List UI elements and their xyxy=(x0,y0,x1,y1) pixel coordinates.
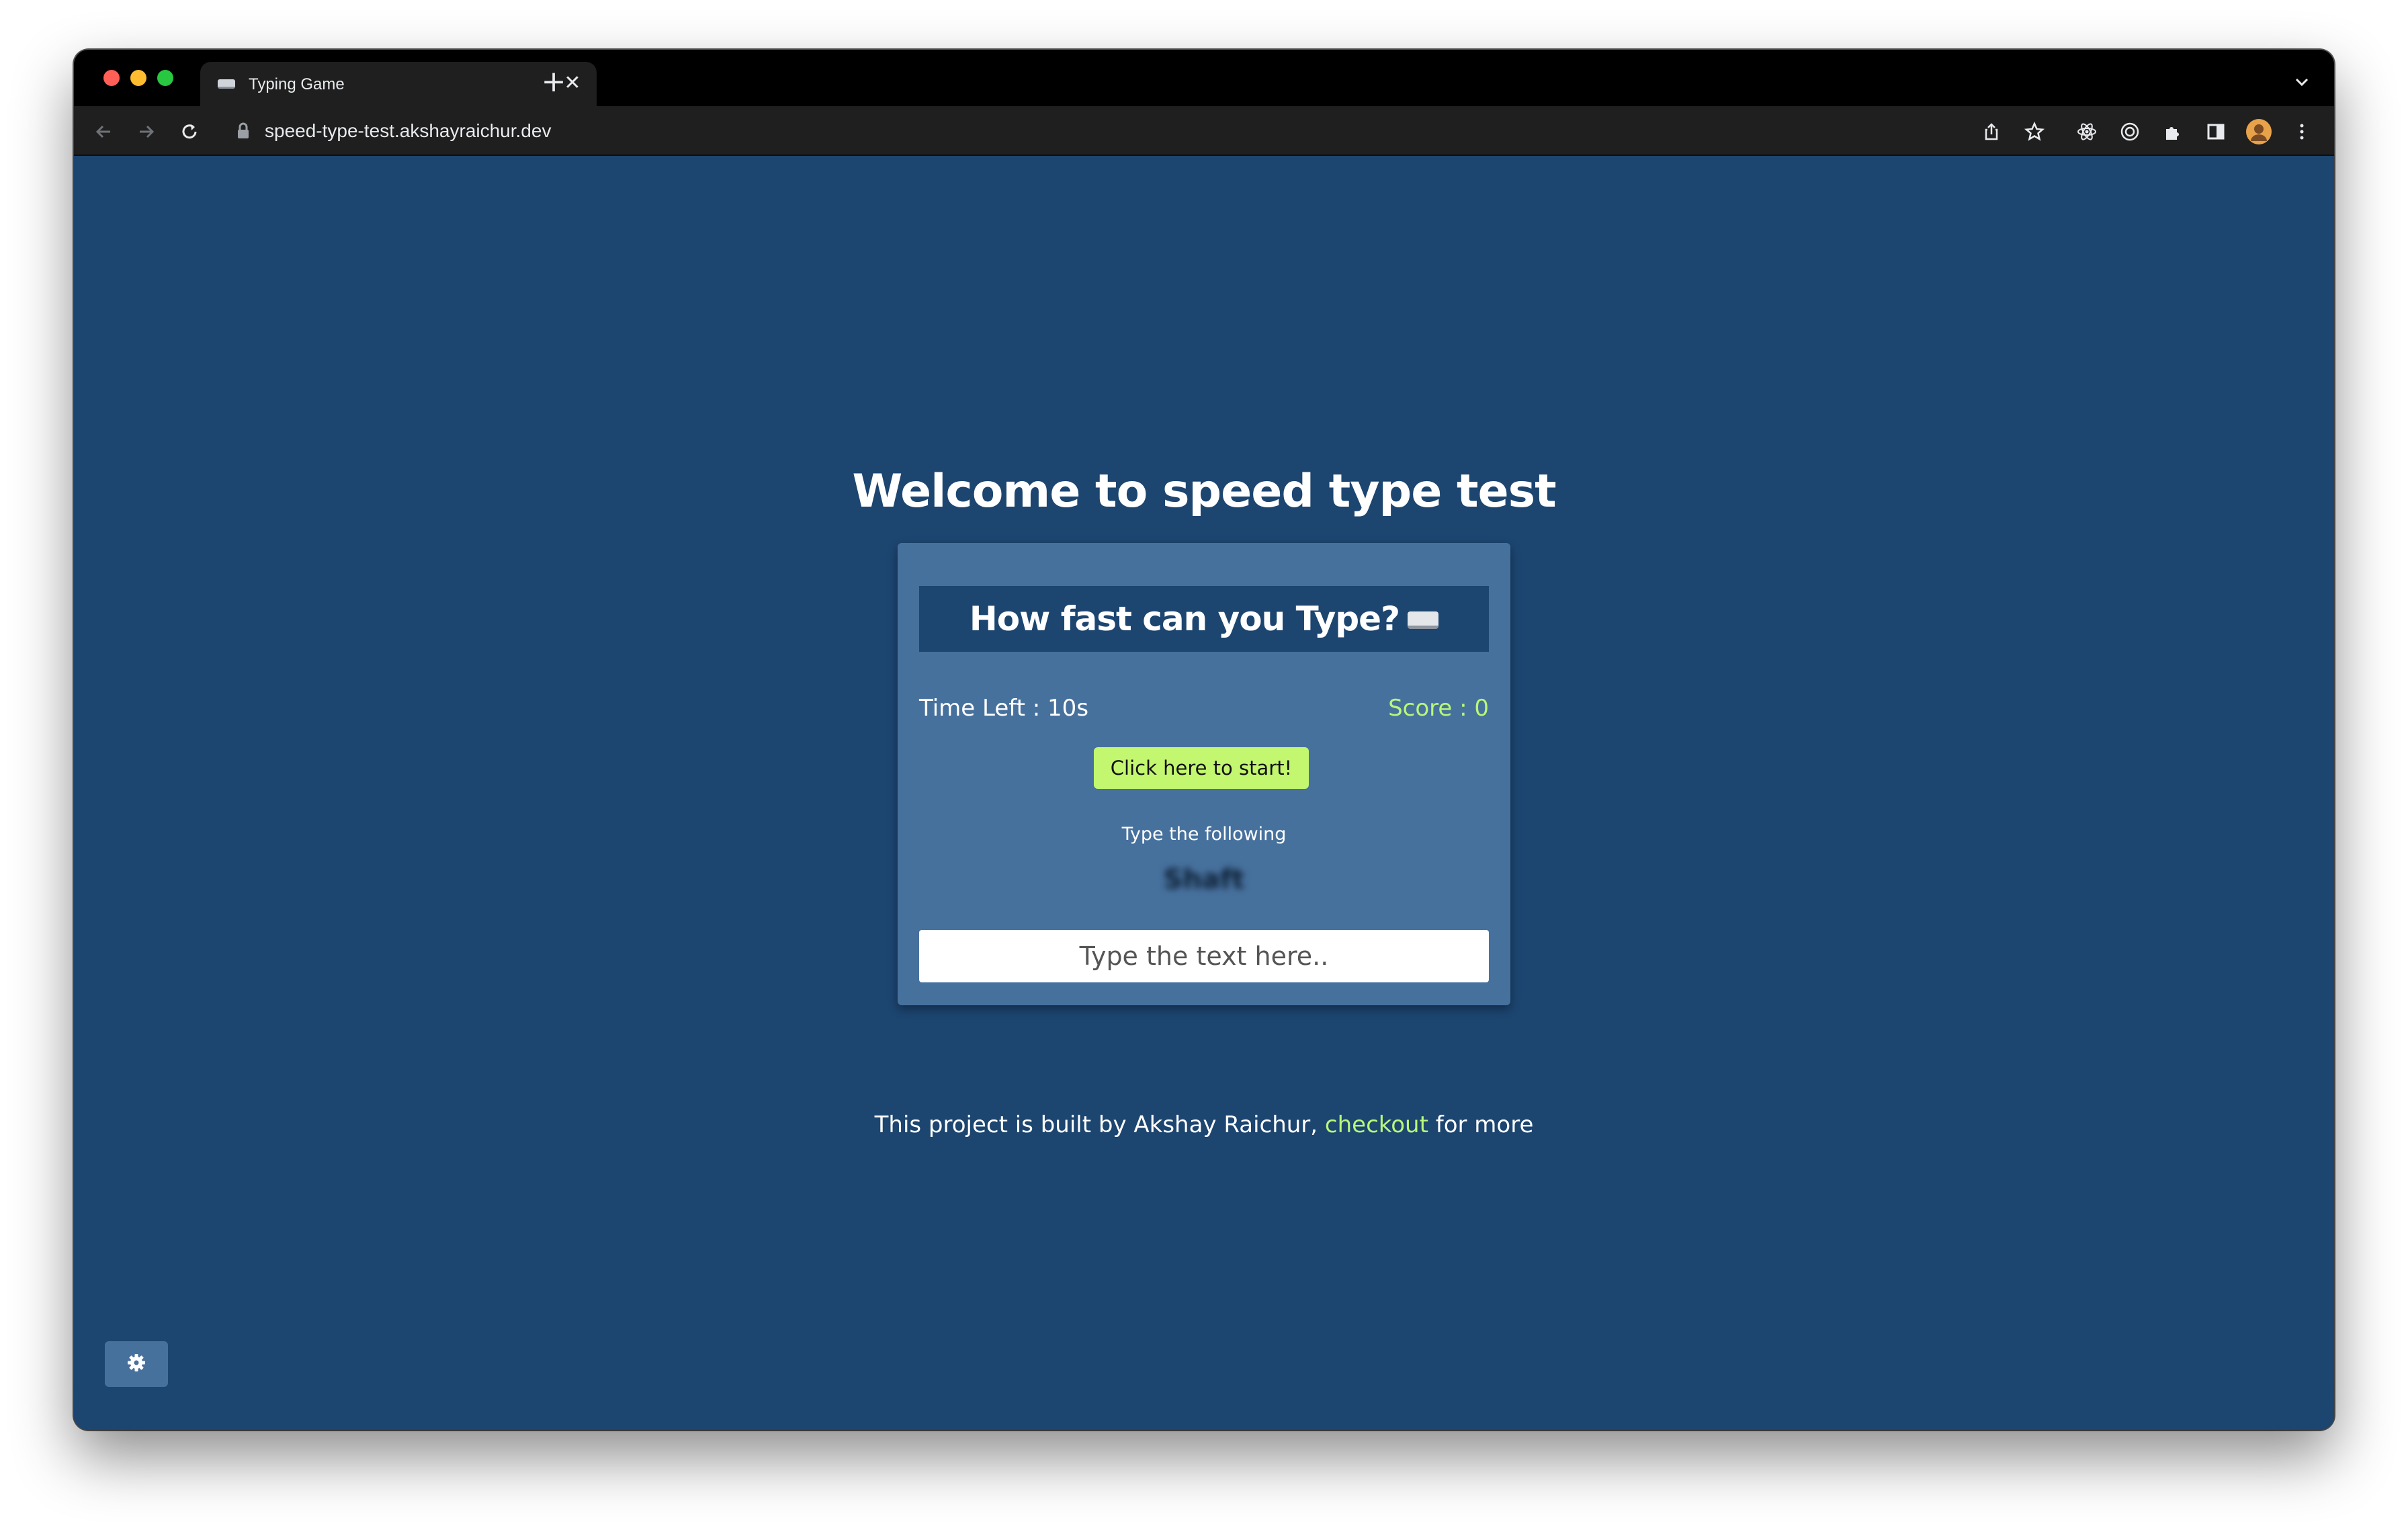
extension-target-icon[interactable] xyxy=(2116,118,2143,145)
page-content: Welcome to speed type test How fast can … xyxy=(74,156,2334,1430)
url-text: speed-type-test.akshayraichur.dev xyxy=(265,120,552,141)
card-title: How fast can you Type? xyxy=(969,599,1400,638)
time-left-label: Time Left : 10s xyxy=(919,695,1089,722)
forward-arrow-icon[interactable] xyxy=(133,118,160,145)
card-header: How fast can you Type? xyxy=(919,586,1489,652)
bookmark-star-icon[interactable] xyxy=(2021,118,2048,145)
page-title: Welcome to speed type test xyxy=(852,465,1556,518)
new-tab-button[interactable]: + xyxy=(538,66,570,98)
checkout-link[interactable]: checkout xyxy=(1325,1111,1428,1138)
score-label: Score : 0 xyxy=(1388,695,1489,722)
tab-search-chevron-icon[interactable] xyxy=(2290,70,2314,94)
footer-credit: This project is built by Akshay Raichur,… xyxy=(74,1111,2334,1138)
keyboard-icon xyxy=(218,79,235,89)
more-menu-icon[interactable] xyxy=(2288,118,2315,145)
close-window-button[interactable] xyxy=(103,70,120,86)
gear-icon xyxy=(126,1353,146,1376)
side-panel-icon[interactable] xyxy=(2202,118,2229,145)
instruction-text: Type the following xyxy=(1121,824,1287,845)
game-card: How fast can you Type? Time Left : 10s S… xyxy=(898,543,1510,1005)
extensions-puzzle-icon[interactable] xyxy=(2159,118,2186,145)
keyboard-icon xyxy=(1408,611,1439,629)
start-button[interactable]: Click here to start! xyxy=(1094,747,1309,789)
footer-suffix: for more xyxy=(1428,1111,1534,1138)
footer-prefix: This project is built by Akshay Raichur, xyxy=(874,1111,1325,1138)
address-bar[interactable]: speed-type-test.akshayraichur.dev xyxy=(220,112,2048,149)
reload-icon[interactable] xyxy=(176,118,203,145)
share-icon[interactable] xyxy=(1978,118,2005,145)
browser-toolbar: speed-type-test.akshayraichur.dev xyxy=(74,106,2334,156)
settings-button[interactable] xyxy=(105,1341,168,1387)
back-arrow-icon[interactable] xyxy=(90,118,117,145)
maximize-window-button[interactable] xyxy=(157,70,173,86)
lock-icon[interactable] xyxy=(236,122,250,140)
typing-input[interactable] xyxy=(919,930,1489,982)
minimize-window-button[interactable] xyxy=(130,70,146,86)
browser-window: Typing Game ✕ + speed-type-test.akshayra… xyxy=(74,50,2334,1430)
react-devtools-icon[interactable] xyxy=(2073,118,2100,145)
tab-strip: Typing Game ✕ + xyxy=(74,50,2334,106)
target-word: Shaft xyxy=(1163,864,1245,895)
profile-avatar[interactable] xyxy=(2245,118,2272,145)
tab-title: Typing Game xyxy=(249,75,345,93)
